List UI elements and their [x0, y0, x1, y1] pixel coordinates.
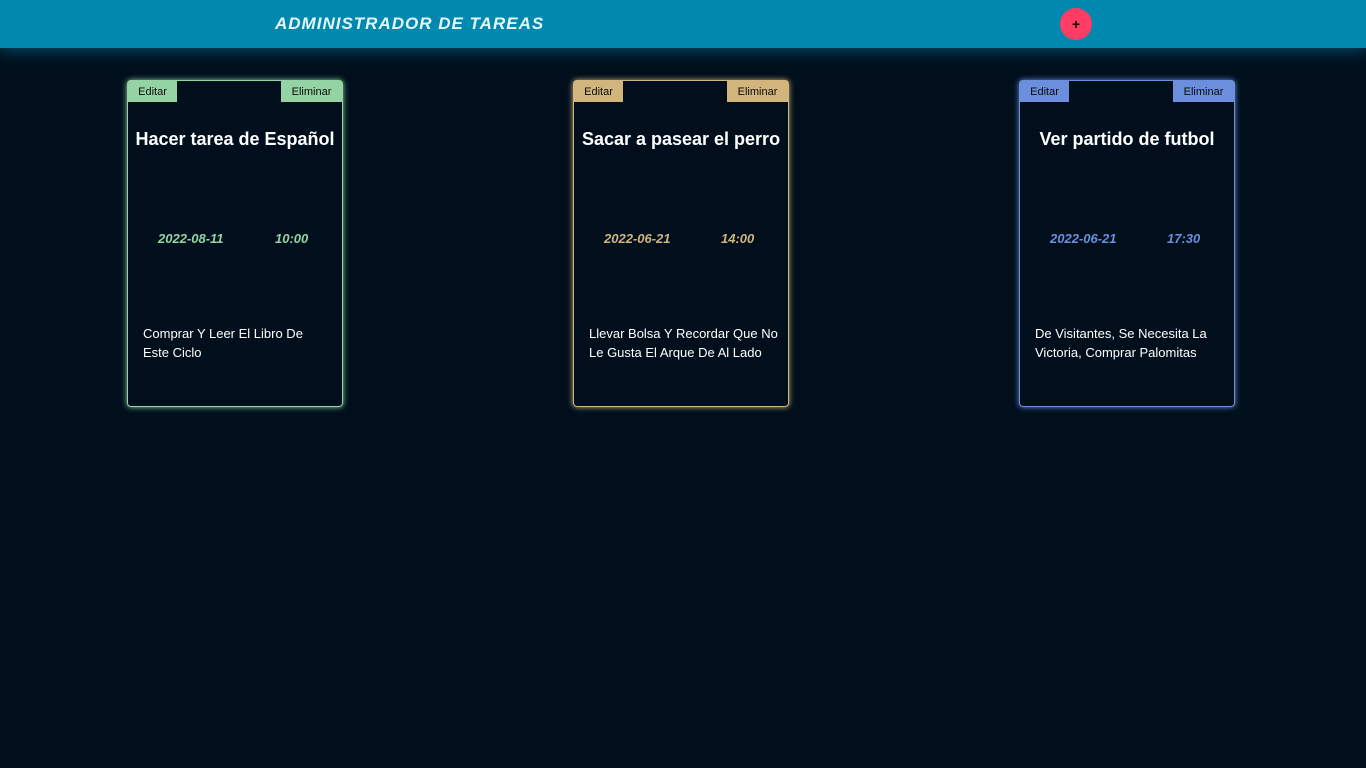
task-description: Llevar Bolsa Y Recordar Que No Le Gusta … [589, 326, 778, 360]
task-card: Editar Eliminar Sacar a pasear el perro … [573, 80, 789, 407]
add-task-button[interactable]: + [1060, 8, 1092, 40]
task-title: Sacar a pasear el perro [581, 129, 781, 149]
task-title: Ver partido de futbol [1039, 129, 1215, 149]
top-bar: ADMINISTRADOR DE TAREAS + [0, 0, 1366, 48]
task-date: 2022-06-21 [1050, 231, 1117, 246]
edit-button[interactable]: Editar [128, 81, 177, 102]
task-card: Editar Eliminar Hacer tarea de Español 2… [127, 80, 343, 407]
task-date: 2022-06-21 [604, 231, 671, 246]
delete-button[interactable]: Eliminar [281, 81, 342, 102]
delete-button[interactable]: Eliminar [727, 81, 788, 102]
edit-button[interactable]: Editar [1020, 81, 1069, 102]
delete-button[interactable]: Eliminar [1173, 81, 1234, 102]
task-date: 2022-08-11 [158, 231, 224, 246]
app-title: ADMINISTRADOR DE TAREAS [275, 14, 545, 33]
task-card: Editar Eliminar Ver partido de futbol 20… [1019, 80, 1235, 407]
edit-button[interactable]: Editar [574, 81, 623, 102]
task-time: 17:30 [1167, 231, 1201, 246]
task-description: De Visitantes, Se Necesita La Victoria, … [1035, 326, 1207, 360]
task-description: Comprar Y Leer El Libro De Este Ciclo [143, 326, 303, 360]
task-time: 10:00 [275, 231, 309, 246]
task-title: Hacer tarea de Español [135, 129, 335, 149]
task-time: 14:00 [721, 231, 755, 246]
